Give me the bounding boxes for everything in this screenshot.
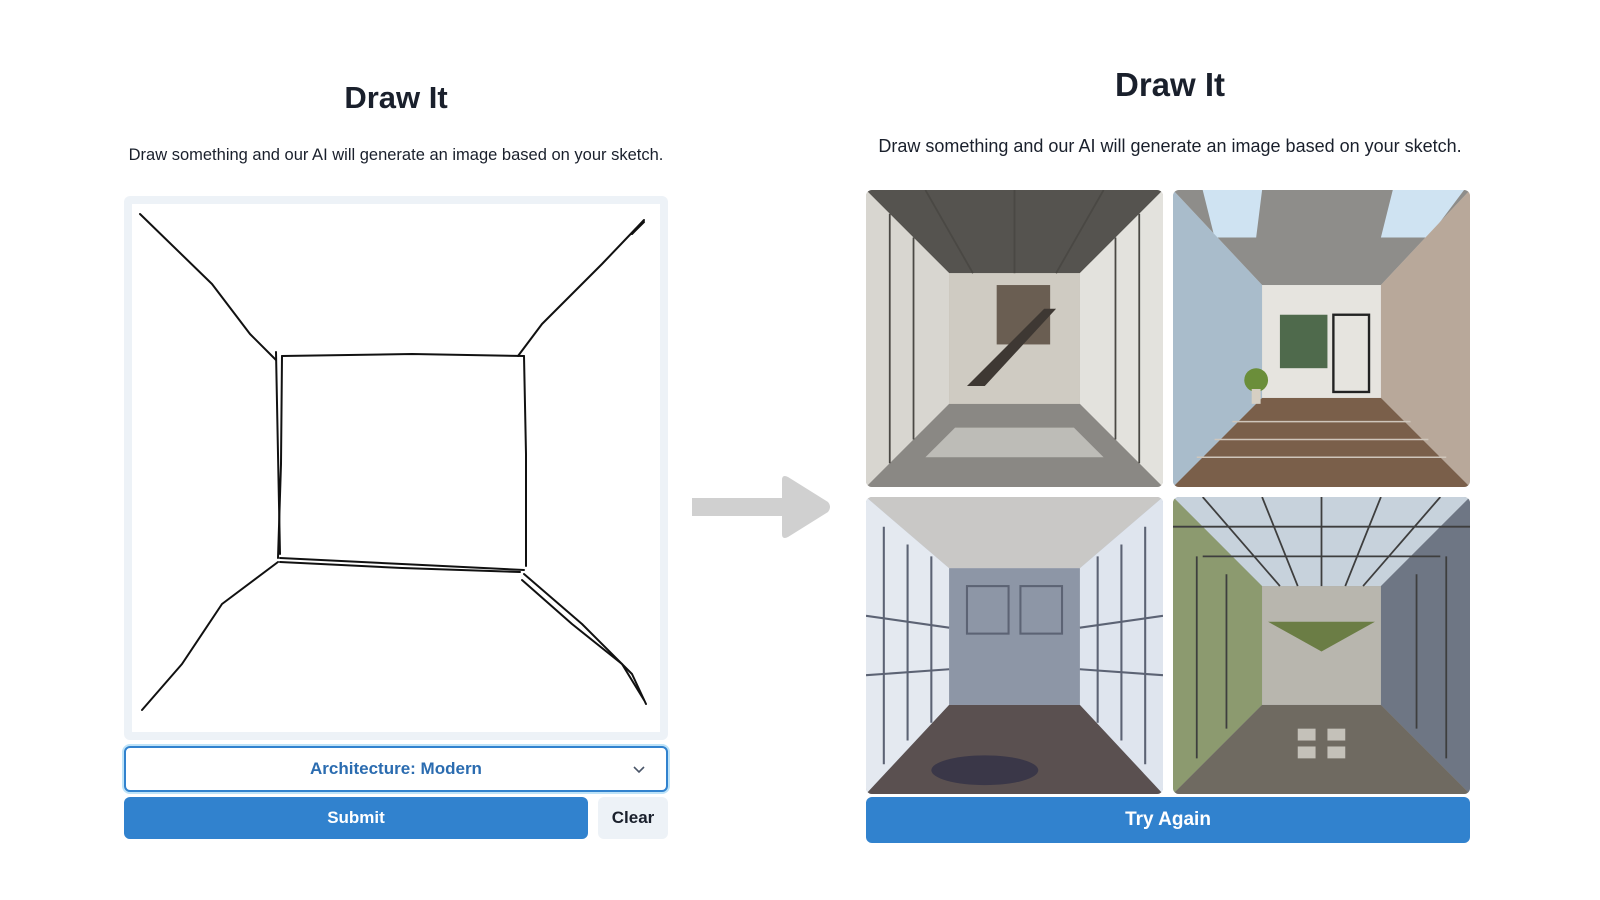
result-image-3[interactable] bbox=[866, 497, 1163, 794]
style-select-value: Architecture: Modern bbox=[310, 759, 482, 778]
clear-button[interactable]: Clear bbox=[598, 797, 668, 839]
result-image-2[interactable] bbox=[1173, 190, 1470, 487]
sketch-drawing bbox=[139, 213, 647, 711]
sketch-panel: Draw It Draw something and our AI will g… bbox=[100, 0, 692, 900]
style-select[interactable]: Architecture: Modern bbox=[124, 746, 668, 792]
generated-image-courtyard-plant bbox=[1173, 190, 1470, 487]
page-title: Draw It bbox=[344, 80, 448, 115]
submit-button[interactable]: Submit bbox=[124, 797, 588, 839]
generated-image-glass-atrium bbox=[1173, 497, 1470, 794]
results-title: Draw It bbox=[1114, 66, 1226, 103]
result-image-4[interactable] bbox=[1173, 497, 1470, 794]
sketch-canvas[interactable] bbox=[132, 204, 660, 732]
generated-image-hallway-staircase bbox=[866, 190, 1163, 487]
results-panel: Draw It Draw something and our AI will g… bbox=[840, 0, 1500, 900]
right-arrow-icon bbox=[692, 476, 830, 538]
results-subtitle: Draw something and our AI will generate … bbox=[878, 136, 1462, 156]
try-again-button[interactable]: Try Again bbox=[866, 797, 1470, 843]
generated-image-grid-window-room bbox=[866, 497, 1163, 794]
result-image-1[interactable] bbox=[866, 190, 1163, 487]
page-subtitle: Draw something and our AI will generate … bbox=[128, 146, 664, 164]
results-grid bbox=[866, 190, 1470, 794]
chevron-down-icon bbox=[633, 766, 645, 774]
sketch-canvas-frame bbox=[124, 196, 668, 740]
